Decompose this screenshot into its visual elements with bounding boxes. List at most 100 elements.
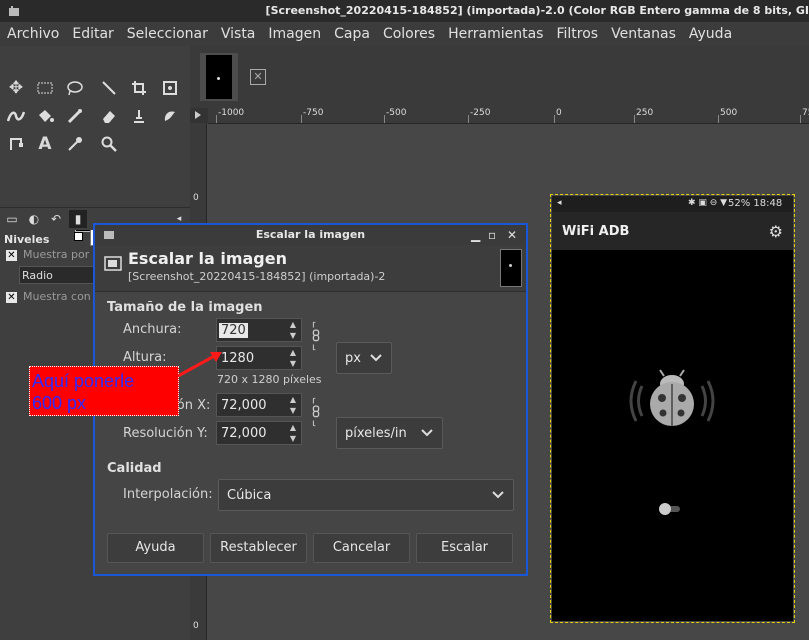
dialog-titlebar[interactable]: Escalar la imagen ▁ ▫ ✕ bbox=[95, 225, 526, 245]
ruler-label: 250 bbox=[636, 108, 654, 118]
images-tab-icon[interactable]: ▮ bbox=[69, 210, 87, 228]
menu-ayuda[interactable]: Ayuda bbox=[682, 26, 738, 42]
sample-mode-field[interactable]: Radio bbox=[19, 266, 95, 284]
interpolation-select[interactable]: Cúbica bbox=[218, 479, 514, 511]
resolution-y-input[interactable]: 72,000 ▲ ▼ bbox=[216, 421, 302, 445]
bucket-fill-tool-icon[interactable] bbox=[33, 104, 57, 128]
phone-status-bar: ◂ ✱ ▣ ⊖ ▼ 52% 18:48 bbox=[552, 196, 793, 212]
scale-button[interactable]: Escalar bbox=[416, 533, 513, 563]
interpolation-value: Cúbica bbox=[227, 488, 272, 503]
resolution-x-input[interactable]: 72,000 ▲ ▼ bbox=[216, 393, 302, 417]
increment-icon[interactable]: ▲ bbox=[288, 348, 298, 358]
resolution-unit-value: píxeles/in bbox=[345, 426, 407, 441]
rect-select-tool-icon[interactable] bbox=[33, 76, 57, 100]
undo-history-tab-icon[interactable]: ↶ bbox=[47, 210, 65, 228]
ruler-label: 750 bbox=[802, 108, 809, 118]
chain-link-icon[interactable] bbox=[310, 321, 322, 351]
resolution-y-label: Resolución Y: bbox=[123, 426, 208, 441]
decrement-icon[interactable]: ▼ bbox=[288, 359, 298, 369]
zoom-tool-icon[interactable] bbox=[97, 132, 121, 156]
unified-transform-tool-icon[interactable] bbox=[158, 76, 182, 100]
resolution-y-value: 72,000 bbox=[221, 426, 267, 441]
menu-ventanas[interactable]: Ventanas bbox=[604, 26, 682, 42]
menu-herramientas[interactable]: Herramientas bbox=[441, 26, 549, 42]
gear-icon: ⚙ bbox=[768, 222, 783, 241]
decrement-icon[interactable]: ▼ bbox=[288, 434, 298, 444]
device-status-tab-icon[interactable]: ◐ bbox=[25, 210, 43, 228]
width-value: 720 bbox=[219, 323, 248, 338]
paths-tool-icon[interactable] bbox=[4, 132, 28, 156]
image-size-section-title: Tamaño de la imagen bbox=[107, 300, 263, 315]
sample-with-checkbox[interactable]: ✕ bbox=[6, 292, 17, 303]
annotation-arrow-icon bbox=[177, 352, 222, 378]
window-titlebar: [Screenshot_20220415-184852] (importada)… bbox=[0, 0, 809, 22]
image-tabs bbox=[190, 46, 809, 108]
toggle-switch bbox=[659, 503, 680, 515]
maximize-button[interactable]: ▫ bbox=[488, 228, 496, 242]
annotation-note: Aquí ponerle 600 px bbox=[29, 366, 179, 416]
ruler-label: 0 bbox=[193, 621, 199, 631]
chevron-down-icon bbox=[492, 491, 504, 499]
annotation-line-1: Aquí ponerle bbox=[32, 371, 135, 391]
chevron-down-icon bbox=[421, 429, 433, 437]
tool-options-tab-icon[interactable]: ▭ bbox=[3, 210, 21, 228]
ruler-label: -250 bbox=[470, 108, 491, 118]
ruler-corner[interactable] bbox=[190, 108, 208, 123]
crop-tool-icon[interactable] bbox=[127, 76, 151, 100]
close-image-tab-icon[interactable]: ✕ bbox=[250, 69, 266, 85]
warp-tool-icon[interactable] bbox=[4, 104, 28, 128]
minimize-button[interactable]: ▁ bbox=[471, 228, 480, 242]
resolution-chain-icon[interactable] bbox=[310, 397, 322, 427]
menu-editar[interactable]: Editar bbox=[65, 26, 119, 42]
menu-capa[interactable]: Capa bbox=[327, 26, 376, 42]
sample-merged-checkbox[interactable]: ✕ bbox=[6, 250, 17, 261]
dialog-header-subtitle: [Screenshot_20220415-184852] (importada)… bbox=[128, 270, 386, 283]
smudge-tool-icon[interactable] bbox=[158, 104, 182, 128]
menu-imagen[interactable]: Imagen bbox=[261, 26, 327, 42]
gimp-app-icon bbox=[9, 6, 19, 16]
move-tool-icon[interactable]: ✥ bbox=[4, 76, 28, 100]
canvas-image[interactable]: ◂ ✱ ▣ ⊖ ▼ 52% 18:48 WiFi ADB ⚙ bbox=[550, 194, 795, 623]
annotation-line-2: 600 px bbox=[32, 393, 87, 413]
menu-seleccionar[interactable]: Seleccionar bbox=[120, 26, 214, 42]
clone-tool-icon[interactable] bbox=[127, 104, 151, 128]
size-unit-select[interactable]: px bbox=[336, 342, 392, 374]
image-tab-thumbnail[interactable] bbox=[200, 53, 238, 101]
quality-section-title: Calidad bbox=[107, 461, 162, 476]
resolution-x-value: 72,000 bbox=[221, 398, 267, 413]
lasso-tool-icon[interactable] bbox=[63, 76, 87, 100]
menu-vista[interactable]: Vista bbox=[214, 26, 262, 42]
cancel-button[interactable]: Cancelar bbox=[313, 533, 410, 563]
ruler-label: -1000 bbox=[218, 108, 245, 118]
dimensions-text: 720 x 1280 píxeles bbox=[217, 373, 322, 386]
height-label: Altura: bbox=[123, 350, 167, 365]
height-input[interactable]: 1280 ▲ ▼ bbox=[216, 346, 302, 370]
color-picker-tool-icon[interactable] bbox=[63, 132, 87, 156]
increment-icon[interactable]: ▲ bbox=[288, 320, 298, 330]
scale-image-icon bbox=[104, 256, 122, 271]
interpolation-label: Interpolación: bbox=[123, 487, 213, 502]
paintbrush-tool-icon[interactable] bbox=[63, 104, 87, 128]
dialog-window-title: Escalar la imagen bbox=[255, 228, 366, 241]
sample-merged-label: Muestra por bbox=[23, 248, 90, 261]
fuzzy-select-tool-icon[interactable] bbox=[97, 76, 121, 100]
increment-icon[interactable]: ▲ bbox=[288, 395, 298, 405]
decrement-icon[interactable]: ▼ bbox=[288, 406, 298, 416]
ruler-label: 500 bbox=[720, 108, 738, 118]
menubar: Archivo Editar Seleccionar Vista Imagen … bbox=[0, 22, 809, 46]
resolution-unit-select[interactable]: píxeles/in bbox=[336, 417, 443, 449]
menu-filtros[interactable]: Filtros bbox=[549, 26, 604, 42]
menu-archivo[interactable]: Archivo bbox=[0, 26, 65, 42]
text-tool-icon[interactable]: A bbox=[33, 132, 57, 156]
dialog-header: Escalar la imagen [Screenshot_20220415-1… bbox=[95, 245, 526, 292]
increment-icon[interactable]: ▲ bbox=[288, 423, 298, 433]
default-colors-icon[interactable] bbox=[74, 232, 83, 241]
menu-colores[interactable]: Colores bbox=[376, 26, 441, 42]
reset-button[interactable]: Restablecer bbox=[210, 533, 307, 563]
width-input[interactable]: 720 ▲ ▼ bbox=[216, 318, 302, 342]
eraser-tool-icon[interactable] bbox=[97, 104, 121, 128]
help-button[interactable]: Ayuda bbox=[107, 533, 204, 563]
decrement-icon[interactable]: ▼ bbox=[288, 331, 298, 341]
chevron-down-icon bbox=[370, 354, 382, 362]
close-button[interactable]: ✕ bbox=[507, 228, 517, 242]
